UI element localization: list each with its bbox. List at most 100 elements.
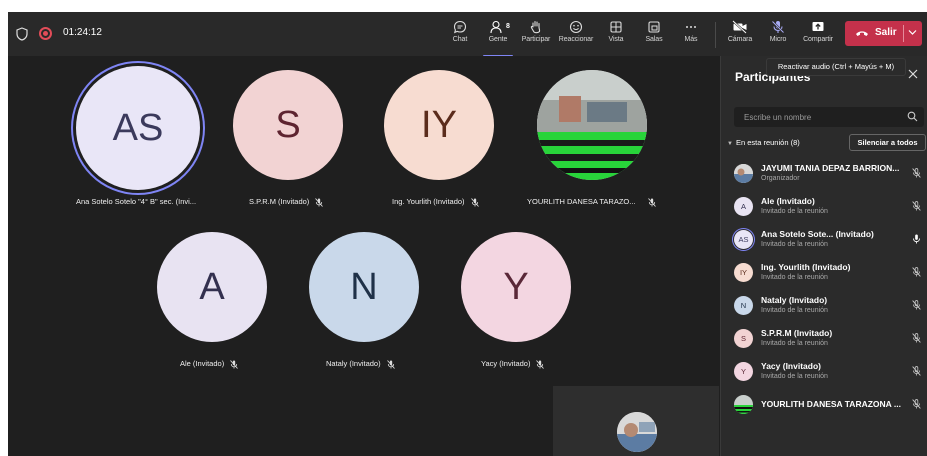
hand-icon [530, 20, 541, 34]
tile-name-wrap: Ale (Invitado) [180, 359, 239, 369]
tile-name: YOURLITH DANESA TARAZO... [527, 197, 636, 206]
list-item[interactable]: S S.P.R.M (Invitado) Invitado de la reun… [721, 323, 927, 355]
people-button[interactable]: 8 Gente [480, 20, 516, 57]
recording-indicator-icon [39, 27, 52, 40]
raise-hand-label: Participar [521, 36, 551, 43]
view-button[interactable]: Vista [598, 20, 634, 52]
react-button[interactable]: Reaccionar [558, 20, 594, 52]
tile-name-wrap: Yacy (Invitado) [481, 359, 545, 369]
participant-role: Invitado de la reunión [761, 208, 828, 215]
section-label: En esta reunión (8) [735, 138, 800, 147]
leave-divider [903, 25, 904, 42]
meeting-stage: AS Ana Sotelo Sotelo "4° B" sec. (Invi..… [8, 56, 719, 456]
toolbar-separator [715, 22, 716, 48]
participant-photo [734, 164, 753, 183]
mic-muted-icon [912, 201, 921, 211]
smile-icon [569, 20, 583, 34]
tile-name-wrap: Nataly (Invitado) [326, 359, 395, 369]
close-icon[interactable] [907, 68, 919, 80]
mic-muted-icon [912, 333, 921, 343]
more-label: Más [684, 36, 698, 43]
mic-muted-icon [536, 359, 545, 369]
mic-muted-icon [912, 399, 921, 409]
avatar: Y [461, 232, 571, 342]
self-avatar-photo [617, 412, 657, 452]
teams-meeting-window: 01:24:12 Chat 8 Gente Participar Reaccio… [8, 12, 927, 456]
participants-panel: Participantes ··· ▼En esta reunión (8) S… [720, 56, 927, 456]
mic-muted-icon [386, 359, 395, 369]
react-label: Reaccionar [558, 36, 594, 43]
people-count: 8 [506, 23, 510, 30]
rooms-icon [648, 21, 660, 33]
chat-label: Chat [452, 36, 468, 43]
avatar-photo [734, 395, 753, 414]
participant-name: Yacy (Invitado) [761, 361, 821, 371]
meeting-toolbar: 01:24:12 Chat 8 Gente Participar Reaccio… [8, 12, 927, 57]
caret-down-icon: ▼ [727, 141, 733, 147]
list-item[interactable]: YOURLITH DANESA TARAZONA ... [721, 389, 927, 421]
more-button[interactable]: Más [673, 20, 709, 52]
chat-icon [453, 20, 467, 34]
camera-off-icon [732, 20, 747, 34]
list-item[interactable]: A Ale (Invitado) Invitado de la reunión [721, 191, 927, 223]
mic-muted-icon [912, 267, 921, 277]
shield-icon [16, 27, 28, 41]
share-icon [812, 22, 824, 31]
mic-tooltip: Reactivar audio (Ctrl + Mayús + M) [766, 58, 906, 76]
hang-up-icon [856, 31, 868, 36]
participant-name: Ing. Yourlith (Invitado) [761, 262, 851, 272]
people-label: Gente [488, 36, 508, 43]
participant-photo [734, 395, 753, 414]
tile-name: Ale (Invitado) [180, 359, 225, 368]
list-item[interactable]: IY Ing. Yourlith (Invitado) Invitado de … [721, 257, 927, 289]
participant-role: Invitado de la reunión [761, 373, 828, 380]
tile-name: Yacy (Invitado) [481, 359, 531, 368]
rooms-button[interactable]: Salas [636, 20, 672, 52]
avatar: A [157, 232, 267, 342]
tile-name-wrap: Ing. Yourlith (Invitado) [392, 197, 479, 207]
participant-photo [537, 70, 647, 180]
share-button[interactable]: Compartir [800, 20, 836, 52]
list-item[interactable]: JAYUMI TANIA DEPAZ BARRION... Organizado… [721, 158, 927, 190]
rooms-label: Salas [645, 36, 663, 43]
avatar: N [734, 296, 753, 315]
leave-button[interactable]: Salir [845, 21, 922, 46]
avatar: A [734, 197, 753, 216]
list-item[interactable]: N Nataly (Invitado) Invitado de la reuni… [721, 290, 927, 322]
chevron-down-icon[interactable] [908, 29, 917, 36]
list-item[interactable]: AS Ana Sotelo Sote... (Invitado) Invitad… [721, 224, 927, 256]
view-label: Vista [608, 36, 624, 43]
leave-label: Salir [875, 27, 897, 38]
participant-name: JAYUMI TANIA DEPAZ BARRION... [761, 163, 900, 173]
camera-button[interactable]: Cámara [722, 20, 758, 52]
participant-role: Invitado de la reunión [761, 241, 828, 248]
avatar: Y [734, 362, 753, 381]
participant-name: S.P.R.M (Invitado) [761, 328, 833, 338]
raise-hand-button[interactable]: Participar [518, 20, 554, 52]
self-view[interactable] [553, 386, 719, 456]
search-box [734, 107, 924, 127]
mic-button[interactable]: Micro [760, 20, 796, 52]
camera-label: Cámara [727, 36, 753, 43]
meeting-timer: 01:24:12 [63, 27, 102, 38]
search-icon[interactable] [907, 111, 918, 122]
participant-role: Invitado de la reunión [761, 340, 828, 347]
avatar: IY [384, 70, 494, 180]
mic-label: Micro [769, 36, 787, 43]
mute-all-button[interactable]: Silenciar a todos [849, 134, 926, 151]
more-icon [686, 26, 696, 28]
mic-muted-icon [315, 197, 324, 207]
search-input[interactable] [734, 107, 904, 127]
chat-button[interactable]: Chat [442, 20, 478, 52]
self-photo [617, 412, 657, 452]
in-meeting-section[interactable]: ▼ En esta reunión (8) [727, 138, 800, 147]
avatar: AS [76, 66, 200, 190]
avatar: AS [734, 230, 753, 249]
mic-off-icon [771, 20, 785, 34]
participant-role: Invitado de la reunión [761, 307, 828, 314]
tile-name: Nataly (Invitado) [326, 359, 381, 368]
participant-name: Nataly (Invitado) [761, 295, 828, 305]
avatar: S [734, 329, 753, 348]
list-item[interactable]: Y Yacy (Invitado) Invitado de la reunión [721, 356, 927, 388]
tile-name-wrap: YOURLITH DANESA TARAZO... [527, 197, 656, 207]
